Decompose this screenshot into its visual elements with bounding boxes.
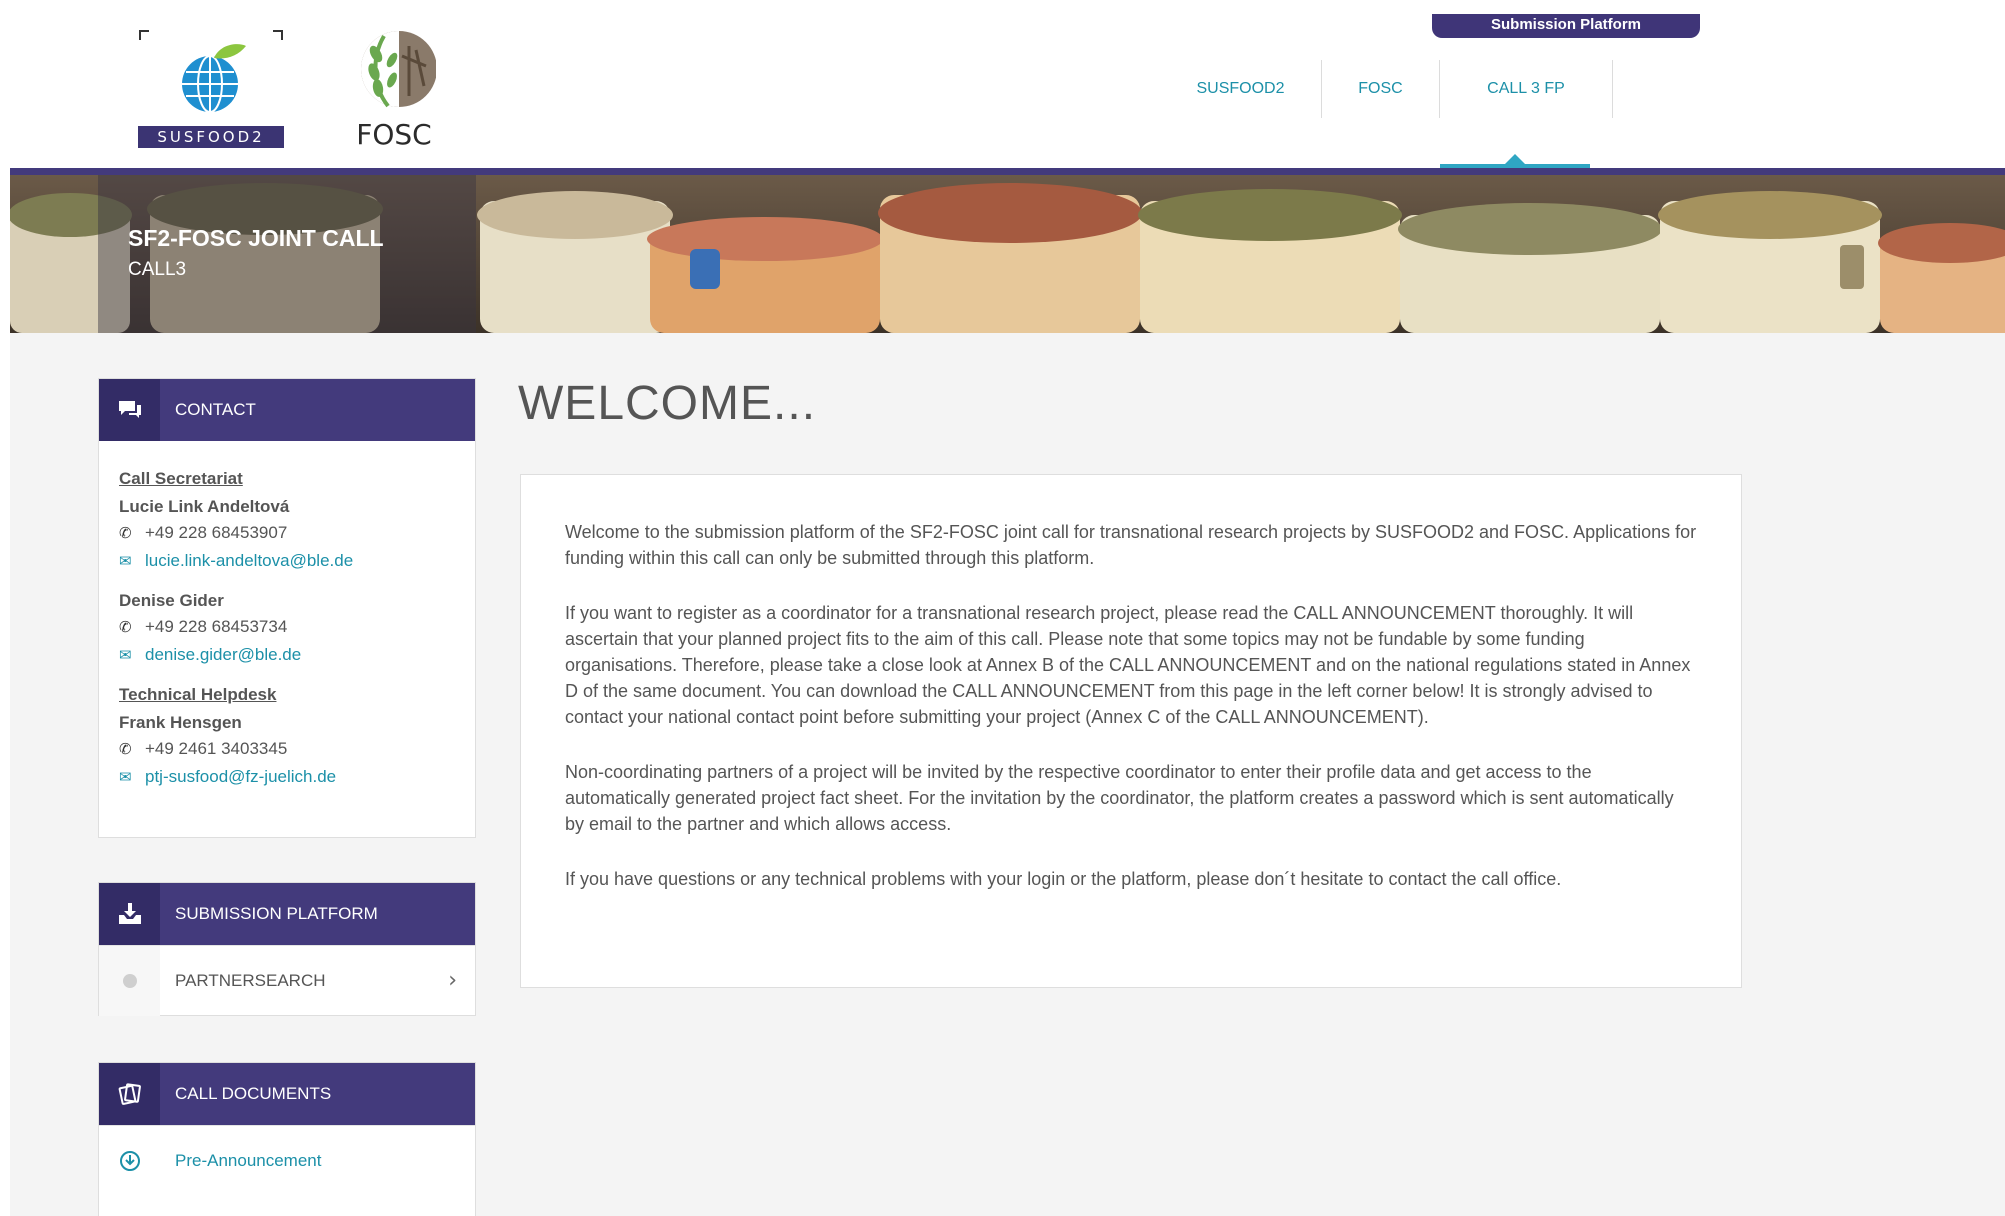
contact-panel-header: CONTACT — [99, 379, 475, 441]
documents-heading: CALL DOCUMENTS — [175, 1084, 332, 1103]
list-bullet — [99, 1126, 160, 1196]
phone-icon: ✆ — [119, 525, 132, 542]
call-documents-panel: CALL DOCUMENTS Pre-Announcement — [98, 1062, 476, 1216]
call-secretariat-heading: Call Secretariat — [119, 469, 243, 488]
contact-phone: ✆ +49 228 68453907 — [119, 523, 288, 542]
contact-name: Lucie Link Andeltová — [119, 497, 290, 516]
contact-phone: ✆ +49 228 68453734 — [119, 617, 288, 636]
fosc-emblem-icon — [361, 31, 436, 108]
nav-item-fosc[interactable]: FOSC — [1322, 60, 1440, 118]
envelope-icon: ✉ — [119, 553, 132, 570]
banner-title: SF2-FOSC JOINT CALL — [128, 225, 384, 251]
contact-name: Frank Hensgen — [119, 713, 242, 732]
susfood2-logo[interactable]: SUSFOOD2 — [136, 24, 286, 150]
phone-icon: ✆ — [119, 619, 132, 636]
list-bullet — [99, 946, 160, 1016]
download-tray-icon — [99, 883, 160, 945]
logo-corner-mark — [139, 30, 149, 40]
banner-subtitle: CALL3 — [128, 259, 187, 280]
welcome-paragraph: If you want to register as a coordinator… — [565, 603, 1691, 727]
download-circle-icon — [119, 1151, 140, 1171]
contact-email-link[interactable]: ✉ denise.gider@ble.de — [119, 645, 455, 665]
site-header: SUSFOOD2 FOSC Submission Platform SUSFOO… — [0, 0, 2005, 168]
documents-panel-header: CALL DOCUMENTS — [99, 1063, 475, 1125]
welcome-paragraph: Welcome to the submission platform of th… — [565, 522, 1697, 568]
phone-icon: ✆ — [119, 741, 132, 758]
contact-body: Call Secretariat Lucie Link Andeltová ✆ +… — [99, 441, 475, 815]
nav-item-susfood2[interactable]: SUSFOOD2 — [1160, 60, 1322, 118]
submission-heading: SUBMISSION PLATFORM — [175, 904, 378, 923]
dot-icon — [122, 974, 137, 988]
contact-heading: CONTACT — [175, 400, 256, 419]
contact-phone: ✆ +49 2461 3403345 — [119, 739, 288, 758]
banner-overlay — [98, 175, 476, 333]
contact-email-link[interactable]: ✉ ptj-susfood@fz-juelich.de — [119, 767, 455, 787]
technical-helpdesk-heading: Technical Helpdesk — [119, 685, 277, 704]
page-title: WELCOME... — [518, 377, 817, 430]
contact-name: Denise Gider — [119, 591, 224, 610]
hero-banner: SF2-FOSC JOINT CALL CALL3 — [10, 175, 2005, 333]
welcome-paragraph: Non-coordinating partners of a project w… — [565, 762, 1674, 834]
fosc-logo-text: FOSC — [356, 118, 432, 151]
welcome-paragraph: If you have questions or any technical p… — [565, 869, 1562, 889]
welcome-text-box: Welcome to the submission platform of th… — [520, 474, 1742, 988]
partnersearch-link[interactable]: PARTNERSEARCH › — [99, 945, 475, 1016]
main-nav: SUSFOOD2 FOSC CALL 3 FP — [1160, 60, 1613, 118]
envelope-icon: ✉ — [119, 647, 132, 664]
globe-icon — [182, 44, 246, 113]
logo-corner-mark — [273, 30, 283, 40]
susfood2-logo-text: SUSFOOD2 — [138, 126, 284, 148]
contact-panel: CONTACT Call Secretariat Lucie Link Ande… — [98, 378, 476, 838]
contact-email-link[interactable]: ✉ lucie.link-andeltova@ble.de — [119, 551, 455, 571]
nav-item-call3-fp[interactable]: CALL 3 FP — [1440, 60, 1613, 118]
chevron-right-icon: › — [448, 968, 457, 993]
partnersearch-label: PARTNERSEARCH — [175, 971, 326, 990]
pre-announcement-label: Pre-Announcement — [175, 1151, 322, 1170]
chat-bubbles-icon — [99, 379, 160, 441]
header-divider — [10, 168, 2005, 175]
envelope-icon: ✉ — [119, 769, 132, 786]
submission-platform-panel: SUBMISSION PLATFORM PARTNERSEARCH › — [98, 882, 476, 1016]
fosc-logo[interactable]: FOSC — [348, 26, 440, 151]
documents-icon — [99, 1063, 160, 1125]
pre-announcement-link[interactable]: Pre-Announcement — [99, 1125, 475, 1196]
submission-panel-header: SUBMISSION PLATFORM — [99, 883, 475, 945]
submission-platform-tab[interactable]: Submission Platform — [1432, 14, 1700, 38]
